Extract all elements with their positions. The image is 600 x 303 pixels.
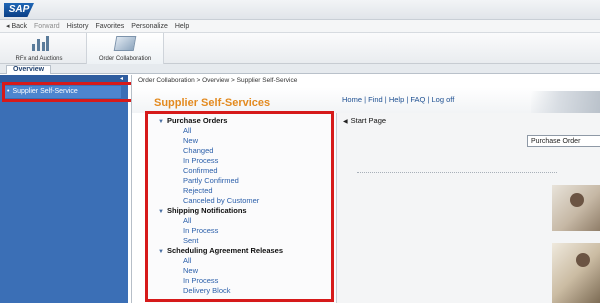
- sidebar-highlight-box: [2, 82, 134, 102]
- menu-help[interactable]: Help: [175, 23, 189, 30]
- sidebar: ◂ • Supplier Self-Service: [0, 75, 128, 303]
- header-links[interactable]: Home | Find | Help | FAQ | Log off: [342, 95, 454, 104]
- order-collaboration-icon: [113, 36, 137, 51]
- menu-personalize[interactable]: Personalize: [131, 23, 168, 30]
- business-person-photo: [552, 185, 600, 231]
- bar-chart-icon: [31, 35, 49, 51]
- page-header: Supplier Self-Services Home | Find | Hel…: [132, 87, 600, 113]
- navigation-highlight-box: [145, 111, 334, 302]
- tab-rfx-auctions[interactable]: RFx and Auctions: [4, 33, 74, 64]
- header-decoration: [531, 91, 600, 113]
- breadcrumb: Order Collaboration > Overview > Supplie…: [138, 77, 298, 84]
- page-title: Supplier Self-Services: [154, 97, 271, 109]
- business-meeting-photo: [552, 243, 600, 303]
- tab-rfx-auctions-label: RFx and Auctions: [15, 56, 63, 62]
- tab-order-collaboration-label: Order Collaboration: [98, 56, 152, 62]
- tab-overview[interactable]: Overview: [6, 65, 52, 74]
- menu-favorites[interactable]: Favorites: [96, 23, 125, 30]
- top-bar: SAP: [0, 0, 600, 20]
- sap-logo: SAP: [4, 3, 34, 17]
- menu-bar: ◂ Back Forward History Favorites Persona…: [0, 20, 600, 33]
- dotted-divider: [357, 172, 557, 173]
- menu-history[interactable]: History: [67, 23, 89, 30]
- application-bar: RFx and Auctions Order Collaboration: [0, 33, 600, 64]
- menu-forward[interactable]: Forward: [34, 23, 60, 30]
- start-page-panel: ◀ Start Page Purchase Order: [336, 113, 600, 303]
- person-head-shape: [576, 253, 590, 267]
- start-page-header[interactable]: ◀ Start Page: [343, 116, 386, 125]
- menu-back[interactable]: ◂ Back: [6, 22, 27, 30]
- person-head-shape: [570, 193, 584, 207]
- purchase-order-field[interactable]: Purchase Order: [527, 135, 600, 147]
- tab-order-collaboration[interactable]: Order Collaboration: [86, 33, 164, 64]
- sub-tab-bar: Overview: [0, 64, 600, 74]
- collapse-triangle-icon: ◀: [343, 119, 348, 125]
